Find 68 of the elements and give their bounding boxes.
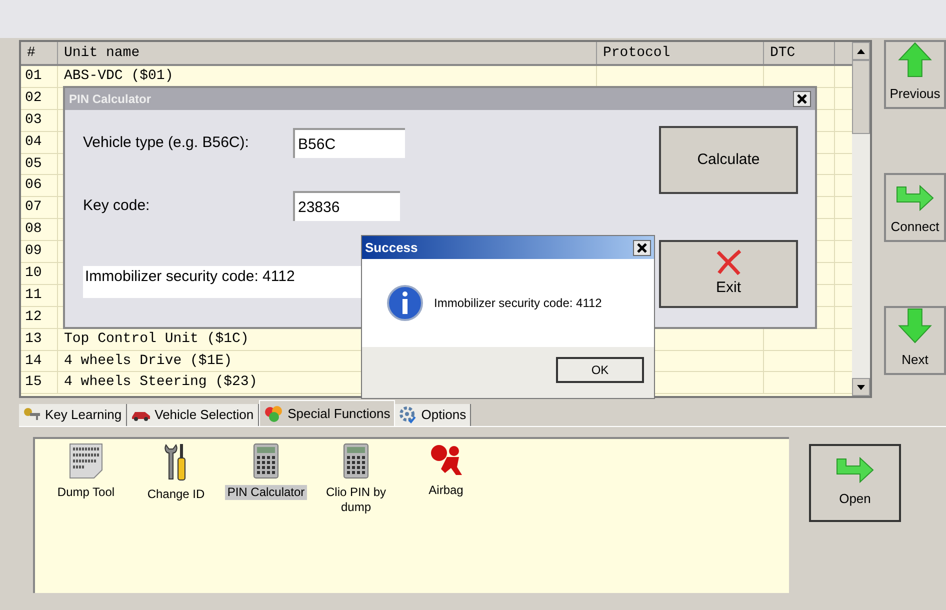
row-number: 10 (21, 263, 58, 284)
close-button[interactable] (633, 240, 651, 256)
key-code-field[interactable]: 23836 (293, 191, 400, 221)
row-number: 13 (21, 328, 58, 350)
calculator-icon (253, 443, 279, 479)
close-button[interactable] (793, 91, 811, 107)
right-arrow-icon (896, 184, 934, 210)
row-number: 02 (21, 88, 58, 109)
row-number: 11 (21, 284, 58, 306)
down-arrow-icon (898, 308, 932, 344)
unit-name: 4 wheels Steering ($23) (64, 373, 258, 392)
right-arrow-icon (836, 457, 874, 484)
column-header[interactable]: # (21, 42, 58, 64)
open-button[interactable]: Open (809, 444, 901, 522)
tab[interactable]: Special Functions (258, 400, 396, 426)
row-number: 12 (21, 306, 58, 328)
tab[interactable]: Key Learning (19, 404, 127, 426)
function-item[interactable]: Dump Tool (41, 443, 131, 500)
scrollbar-thumb[interactable] (852, 60, 870, 134)
scroll-up-icon[interactable] (857, 48, 865, 54)
ok-button[interactable]: OK (556, 357, 644, 383)
row-number: 06 (21, 175, 58, 196)
column-header[interactable]: DTC (764, 42, 835, 64)
row-number: 14 (21, 350, 58, 372)
gear-icon (399, 406, 418, 424)
cross-icon (714, 248, 742, 275)
close-icon[interactable] (637, 242, 647, 252)
calculator-icon (343, 443, 369, 479)
nav-button[interactable]: Connect (884, 173, 946, 242)
tab[interactable]: Vehicle Selection (126, 404, 259, 426)
row-number: 03 (21, 110, 58, 131)
exit-button[interactable]: Exit (659, 240, 798, 308)
nav-button[interactable]: Previous (884, 40, 946, 109)
row-number: 09 (21, 241, 58, 262)
unit-name: ABS-VDC ($01) (64, 66, 174, 86)
dialog-title: PIN Calculator (69, 91, 152, 108)
binary-document-icon (69, 443, 103, 479)
keys-icon (23, 407, 41, 423)
dialog-title: Success (365, 238, 418, 257)
info-icon (386, 284, 424, 322)
calculate-button[interactable]: Calculate (659, 126, 798, 194)
function-item[interactable]: PIN Calculator (221, 443, 311, 500)
function-item[interactable]: Airbag (401, 443, 491, 498)
hearts-icon (264, 406, 284, 422)
scroll-down-icon[interactable] (857, 384, 865, 390)
car-icon (130, 409, 151, 421)
vehicle-type-field[interactable]: B56C (293, 128, 405, 158)
function-item[interactable]: Clio PIN by dump (311, 443, 401, 515)
key-code-label: Key code: (83, 196, 151, 216)
function-item[interactable]: Change ID (131, 443, 221, 502)
column-header[interactable]: Protocol (597, 42, 764, 64)
tab[interactable]: Options (395, 404, 472, 426)
scrollbar[interactable] (852, 42, 870, 396)
success-message: Immobilizer security code: 4112 (434, 295, 602, 312)
nav-button[interactable]: Next (884, 306, 946, 375)
airbag-person-icon (429, 443, 463, 477)
row-number: 15 (21, 372, 58, 394)
row-number: 01 (21, 66, 58, 87)
row-number: 07 (21, 197, 58, 218)
vehicle-type-label: Vehicle type (e.g. B56C): (83, 132, 250, 153)
up-arrow-icon (898, 42, 932, 78)
close-icon[interactable] (797, 94, 807, 104)
row-number: 04 (21, 132, 58, 153)
unit-name: 4 wheels Drive ($1E) (64, 352, 232, 371)
row-number: 08 (21, 219, 58, 240)
column-header[interactable]: Unit name (58, 42, 597, 64)
row-number: 05 (21, 154, 58, 174)
unit-name: Top Control Unit ($1C) (64, 330, 249, 349)
